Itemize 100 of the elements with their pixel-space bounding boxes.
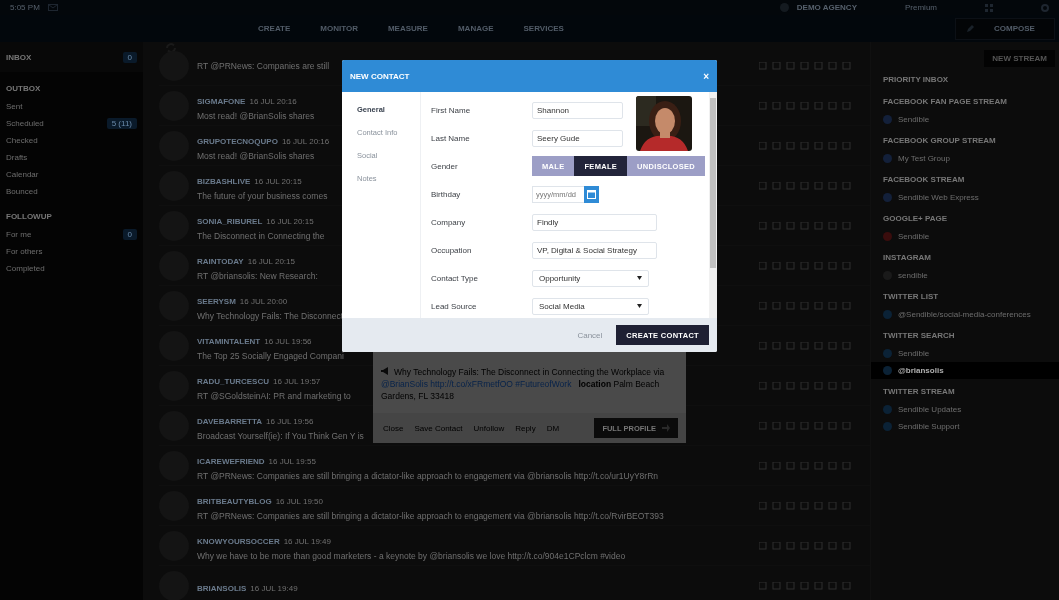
account-name: DEMO AGENCY: [796, 3, 857, 12]
user-handle[interactable]: BRIANSOLIS: [197, 583, 247, 593]
field-label: Company: [431, 217, 467, 227]
text-field[interactable]: Findly: [532, 213, 657, 231]
sidebar-item[interactable]: Calendar: [0, 166, 143, 183]
text-field[interactable]: Seery Gude: [532, 129, 623, 147]
select-field[interactable]: Social Media: [532, 297, 649, 315]
post-text: RT @PRNews: Companies are still bringing a dictator-like approach to engagement via @briansolis http://t.co/ur1UyY8rRn: [197, 471, 659, 481]
stream-group-title: TWITTER LIST: [882, 291, 940, 303]
post-time: 16 JUL 20:16: [249, 97, 297, 106]
new-stream-button[interactable]: NEW STREAM: [984, 50, 1055, 67]
post-text: Why we have to be more than good marketers - a keynote by @briansolis we love http://t.co/904e1CPclcm #video: [197, 551, 626, 561]
field-label: First Name: [431, 105, 472, 115]
post-text: Broadcast Yourself(ie): If You Think Gen Y is: [197, 431, 364, 441]
nav-link[interactable]: MANAGE: [457, 24, 494, 33]
select-field[interactable]: Opportunity: [532, 269, 649, 287]
post-time: 16 JUL 19:56: [264, 337, 312, 346]
stream-group-title: TWITTER SEARCH: [882, 330, 956, 342]
sidebar-item[interactable]: Checked: [0, 132, 143, 149]
field-label: Birthday: [431, 189, 462, 199]
count-badge: 0: [122, 229, 137, 240]
clock-time: 5:05 PM: [10, 3, 40, 12]
compose-button[interactable]: COMPOSE: [955, 17, 1055, 40]
field-label: Lead Source: [431, 301, 478, 311]
card-action[interactable]: Reply: [515, 423, 536, 433]
sidebar-item[interactable]: Drafts: [0, 149, 143, 166]
post-text: RT @PRNews: Companies are still bringing a dictator-like approach to engagement via @briansolis http://t.co/RvirBEOT393: [197, 511, 664, 521]
user-handle[interactable]: RAINTODAY: [197, 257, 244, 266]
post-time: 16 JUL 19:49: [283, 537, 331, 546]
sidebar-item[interactable]: Completed: [0, 260, 143, 277]
post-time: 16 JUL 20:16: [281, 137, 330, 146]
close-button[interactable]: ×: [703, 70, 709, 82]
user-handle[interactable]: SEERYSM: [197, 297, 236, 306]
post-time: 16 JUL 19:56: [266, 417, 314, 426]
envelope-icon: [47, 4, 58, 11]
post-time: 16 JUL 20:15: [247, 257, 295, 266]
post-text: Why Technology Fails: The Disconnect: [197, 311, 344, 321]
field-label: Last Name: [431, 133, 471, 143]
card-action[interactable]: Unfollow: [473, 423, 505, 433]
nav-link[interactable]: CREATE: [258, 24, 291, 33]
post-time: 16 JUL 19:50: [275, 497, 323, 506]
stream-item[interactable]: @briansolis: [871, 362, 1059, 379]
user-handle[interactable]: ICAREWEFRIEND: [197, 457, 265, 466]
caret-icon: [637, 304, 642, 308]
stream-group-title: FACEBOOK GROUP STREAM: [882, 135, 997, 147]
inbox-label: INBOX: [6, 52, 32, 62]
calendar-button[interactable]: [584, 185, 599, 203]
user-handle[interactable]: DAVEBARRETTA: [197, 417, 263, 426]
post-time: 16 JUL 20:00: [239, 297, 288, 306]
post-time: 16 JUL 19:57: [273, 377, 321, 386]
stream-group-title: FACEBOOK FAN PAGE STREAM: [882, 96, 1008, 108]
post-text: RT @SGoldsteinAI: PR and marketing to: [197, 391, 351, 401]
user-handle[interactable]: KNOWYOURSOCCER: [197, 537, 280, 546]
field-label: Contact Type: [431, 273, 479, 283]
stream-group-title: FACEBOOK STREAM: [882, 174, 966, 186]
user-handle[interactable]: BRITBEAUTYBLOG: [197, 497, 272, 506]
sidebar-item[interactable]: Bounced: [0, 183, 143, 200]
user-handle[interactable]: RADU_TURCESCU: [197, 377, 269, 386]
user-handle[interactable]: BIZBASHLIVE: [197, 177, 251, 186]
count-badge: 5 (11): [106, 118, 137, 129]
user-handle[interactable]: SONIA_RIBUREL: [197, 217, 263, 226]
nav-link[interactable]: SERVICES: [523, 24, 564, 33]
count-badge: 0: [122, 51, 137, 63]
section-title: OUTBOX: [5, 83, 42, 95]
grid-icon: [985, 3, 993, 12]
post-time: 16 JUL 20:15: [254, 177, 302, 186]
user-handle[interactable]: VITAMINTALENT: [197, 337, 261, 346]
post-text: Most read! @BrianSolis shares: [197, 151, 315, 161]
post-text: The future of your business comes: [197, 191, 328, 201]
sidebar-item[interactable]: For others: [0, 243, 143, 260]
settings-icon: [1041, 3, 1049, 12]
section-title: FOLLOWUP: [5, 211, 53, 223]
post-text: The Disconnect in Connecting the: [197, 231, 325, 241]
nav-link[interactable]: MONITOR: [320, 24, 358, 33]
refresh-icon: [165, 42, 177, 54]
arrow-icon: [662, 424, 670, 432]
post-time: 16 JUL 20:15: [266, 217, 314, 226]
text-field[interactable]: VP, Digital & Social Strategy: [532, 241, 657, 259]
calendar-icon: [587, 189, 596, 199]
field-label: Gender: [431, 161, 459, 171]
user-handle[interactable]: GRUPOTECNOQUPO: [197, 137, 278, 146]
post-time: 16 JUL 19:55: [268, 457, 316, 466]
post-time: 16 JUL 19:49: [250, 583, 298, 593]
post-text: The Top 25 Socially Engaged Compani: [197, 351, 344, 361]
post-text: RT @PRNews: Companies are still: [197, 60, 330, 71]
sidebar-item[interactable]: Scheduled 5 (11): [0, 115, 143, 132]
pencil-icon: [966, 24, 974, 33]
dialog-title: NEW CONTACT: [350, 71, 410, 81]
sidebar-item[interactable]: For me 0: [0, 226, 143, 243]
nav-link[interactable]: MEASURE: [387, 24, 428, 33]
stream-group-title: INSTAGRAM: [882, 252, 932, 264]
stream-group-title: TWITTER STREAM: [882, 386, 956, 398]
plan-label: Premium: [905, 3, 937, 12]
sidebar-item[interactable]: Sent: [0, 98, 143, 115]
field-label: Occupation: [431, 245, 473, 255]
cancel-link[interactable]: Cancel: [577, 330, 603, 340]
caret-icon: [637, 276, 642, 280]
user-handle[interactable]: SIGMAFONE: [197, 97, 246, 106]
megaphone-icon: [381, 367, 390, 375]
text-field[interactable]: Shannon: [532, 101, 623, 119]
